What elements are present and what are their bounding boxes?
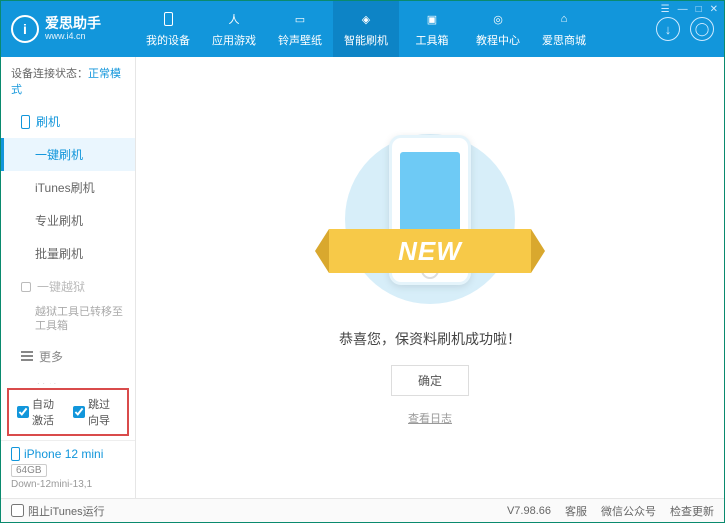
ok-button[interactable]: 确定 [391, 365, 469, 396]
footer-update[interactable]: 检查更新 [670, 503, 714, 519]
user-button[interactable]: ◯ [690, 17, 714, 41]
main-content: NEW 恭喜您，保资料刷机成功啦！ 确定 查看日志 [136, 57, 724, 498]
store-icon: ⌂ [555, 10, 573, 28]
flash-icon: ◈ [357, 10, 375, 28]
menu-icon[interactable]: ☰ [661, 4, 670, 15]
tab-toolbox[interactable]: ▣工具箱 [399, 1, 465, 57]
success-illustration: NEW [335, 129, 525, 309]
new-banner: NEW [329, 229, 531, 273]
tab-store[interactable]: ⌂爱思商城 [531, 1, 597, 57]
device-icon [159, 10, 177, 28]
sidebar: 设备连接状态：正常模式 刷机 一键刷机 iTunes刷机 专业刷机 批量刷机 一… [1, 57, 136, 498]
view-log-link[interactable]: 查看日志 [408, 410, 452, 426]
header: i 爱思助手 www.i4.cn 我的设备 人应用游戏 ▭铃声壁纸 ◈智能刷机 … [1, 1, 724, 57]
device-icon [11, 447, 20, 461]
phone-icon [21, 115, 30, 129]
main-tabs: 我的设备 人应用游戏 ▭铃声壁纸 ◈智能刷机 ▣工具箱 ◎教程中心 ⌂爱思商城 [135, 1, 597, 57]
checkbox-skip-guide[interactable]: 跳过向导 [73, 396, 119, 428]
checkbox-auto-activate[interactable]: 自动激活 [17, 396, 63, 428]
download-button[interactable]: ↓ [656, 17, 680, 41]
storage-badge: 64GB [11, 464, 47, 477]
jailbreak-note: 越狱工具已转移至工具箱 [1, 303, 135, 340]
sidebar-item-itunes-flash[interactable]: iTunes刷机 [1, 171, 135, 204]
tab-ringtones[interactable]: ▭铃声壁纸 [267, 1, 333, 57]
version-label: V7.98.66 [507, 505, 551, 517]
options-highlight: 自动激活 跳过向导 [7, 388, 129, 436]
sidebar-item-pro-flash[interactable]: 专业刷机 [1, 204, 135, 237]
footer: 阻止iTunes运行 V7.98.66 客服 微信公众号 检查更新 [1, 498, 724, 522]
apps-icon: 人 [225, 10, 243, 28]
sidebar-item-batch-flash[interactable]: 批量刷机 [1, 237, 135, 270]
sidebar-section-flash[interactable]: 刷机 [1, 105, 135, 138]
tutorial-icon: ◎ [489, 10, 507, 28]
close-icon[interactable]: ✕ [710, 4, 718, 15]
footer-service[interactable]: 客服 [565, 503, 587, 519]
success-message: 恭喜您，保资料刷机成功啦！ [339, 329, 521, 349]
sidebar-item-other-tools[interactable]: 其他工具 [1, 373, 135, 384]
window-controls: ☰ — □ ✕ [661, 4, 718, 15]
footer-wechat[interactable]: 微信公众号 [601, 503, 656, 519]
sidebar-item-oneclick-flash[interactable]: 一键刷机 [1, 138, 135, 171]
logo[interactable]: i 爱思助手 www.i4.cn [11, 15, 135, 43]
sidebar-section-more[interactable]: 更多 [1, 340, 135, 373]
brand-url: www.i4.cn [45, 32, 101, 42]
firmware-label: Down-12mini-13,1 [11, 479, 125, 490]
tab-my-device[interactable]: 我的设备 [135, 1, 201, 57]
checkbox-block-itunes[interactable]: 阻止iTunes运行 [11, 503, 105, 519]
lock-icon [21, 282, 31, 292]
tab-apps[interactable]: 人应用游戏 [201, 1, 267, 57]
tab-tutorials[interactable]: ◎教程中心 [465, 1, 531, 57]
minimize-icon[interactable]: — [678, 4, 688, 15]
wallpaper-icon: ▭ [291, 10, 309, 28]
maximize-icon[interactable]: □ [696, 4, 702, 15]
tab-flash[interactable]: ◈智能刷机 [333, 1, 399, 57]
logo-icon: i [11, 15, 39, 43]
connection-status: 设备连接状态：正常模式 [1, 57, 135, 105]
menu-icon [21, 355, 33, 357]
sidebar-section-jailbreak: 一键越狱 [1, 270, 135, 303]
device-info[interactable]: iPhone 12 mini 64GB Down-12mini-13,1 [1, 440, 135, 498]
brand-title: 爱思助手 [45, 16, 101, 31]
toolbox-icon: ▣ [423, 10, 441, 28]
